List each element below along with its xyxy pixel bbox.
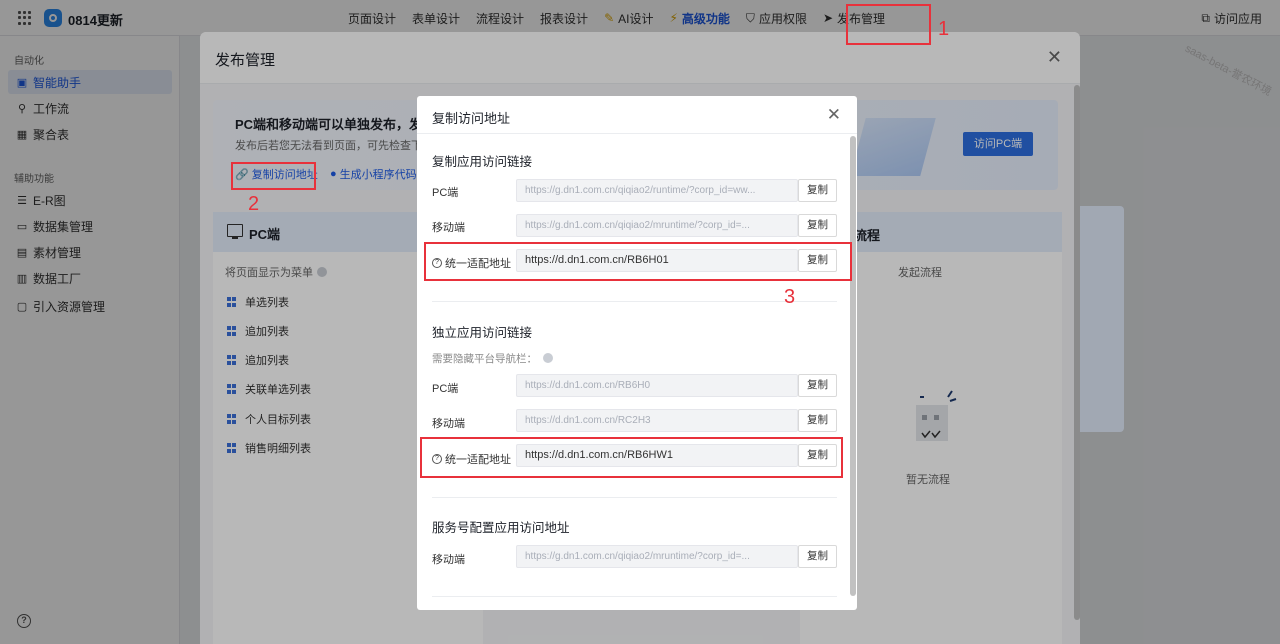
pc-url-field[interactable]: https://g.dn1.com.cn/qiqiao2/runtime/?co… [516,179,798,202]
copy-button[interactable]: 复制 [798,214,837,237]
divider [432,301,837,302]
modal-scrollbar[interactable] [850,136,856,596]
mobile-url-field[interactable]: https://g.dn1.com.cn/qiqiao2/mruntime/?c… [516,214,798,237]
row-label: 移动端 [432,418,465,430]
section-title: 独立应用访问链接 [432,326,533,340]
pc-url-field[interactable]: https://d.dn1.com.cn/RB6H0 [516,374,798,397]
annotation-box-copy-link [231,162,316,190]
divider [432,596,837,597]
annotation-number: 3 [784,286,796,308]
copy-button[interactable]: 复制 [798,409,837,432]
copy-button[interactable]: 复制 [798,374,837,397]
service-mobile-url-field[interactable]: https://g.dn1.com.cn/qiqiao2/mruntime/?c… [516,545,798,568]
modal-close-icon[interactable]: ✕ [827,105,841,125]
info-icon[interactable] [543,353,553,363]
annotation-number: 2 [248,193,260,215]
section-title: 复制应用访问链接 [432,155,533,169]
row-label: PC端 [432,187,459,199]
modal-header: 复制访问地址 ✕ [417,96,857,134]
hide-nav-hint: 需要隐藏平台导航栏： [432,351,553,366]
annotation-box-publish [846,4,931,45]
annotation-box-unified-url [424,242,852,281]
section-title: 服务号配置应用访问地址 [432,521,570,535]
divider [432,497,837,498]
hint-text: 需要隐藏平台导航栏： [432,353,537,365]
mobile-url-field[interactable]: https://d.dn1.com.cn/RC2H3 [516,409,798,432]
copy-url-modal: 复制访问地址 ✕ 复制应用访问链接 PC端 https://g.dn1.com.… [417,96,857,610]
row-label: 移动端 [432,222,465,234]
copy-button[interactable]: 复制 [798,179,837,202]
modal-title: 复制访问地址 [432,111,511,126]
row-label: PC端 [432,383,459,395]
annotation-box-standalone-unified-url [420,437,843,478]
row-label: 移动端 [432,554,465,566]
copy-button[interactable]: 复制 [798,545,837,568]
annotation-number: 1 [938,18,950,40]
